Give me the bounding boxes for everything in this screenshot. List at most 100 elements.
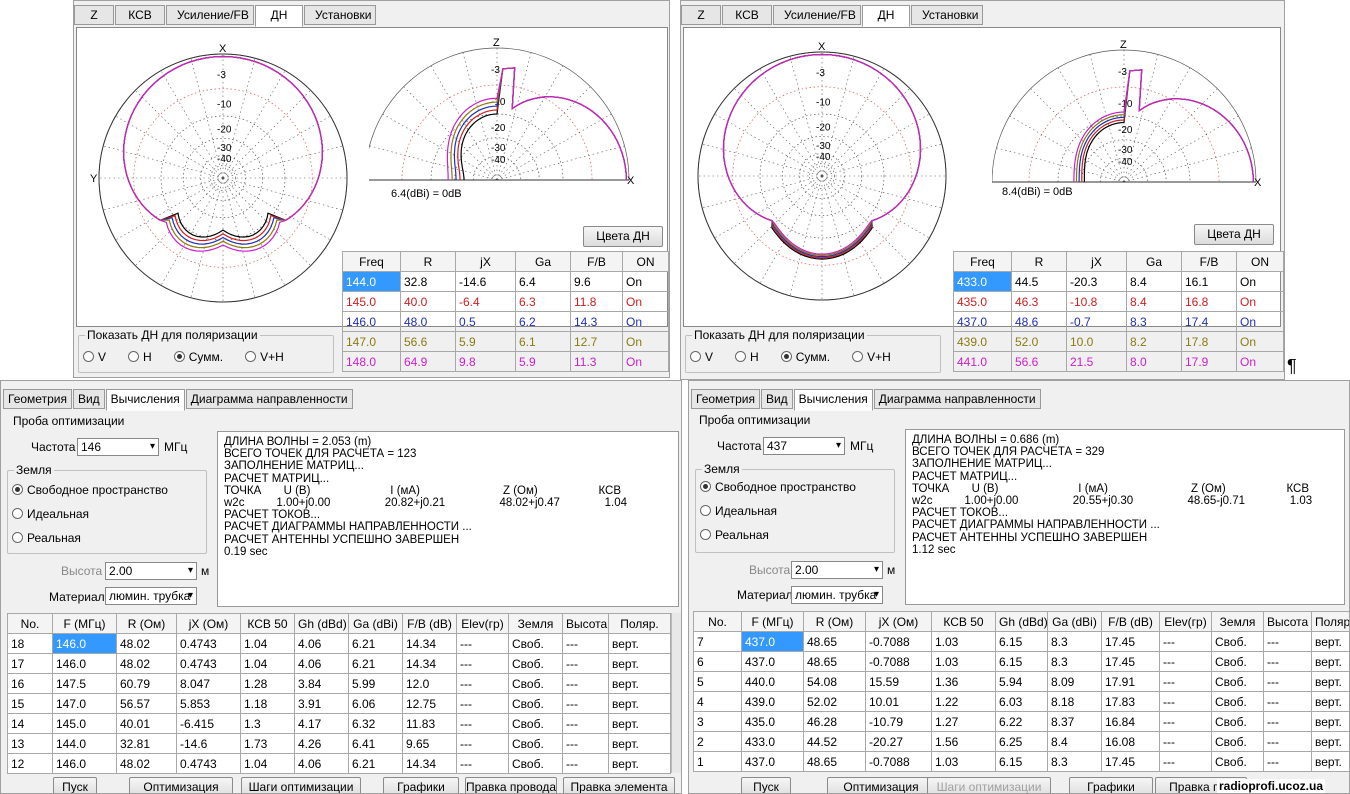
ground-ideal[interactable]: Идеальная <box>700 504 777 518</box>
ground-free-label: Свободное пространство <box>715 480 856 494</box>
ground-real[interactable]: Реальная <box>700 528 769 542</box>
table-row[interactable]: 17 146.0 48.02 0.4743 1.04 4.06 6.21 14.34 --- Св… <box>7 653 671 674</box>
table-cell: верт. <box>608 753 671 774</box>
scale-label: -10 <box>217 100 232 111</box>
table-cell: --- <box>1263 751 1312 772</box>
button-1[interactable]: Оптимизация <box>827 777 935 793</box>
button-2[interactable]: Шаги оптимизации <box>927 777 1051 793</box>
tab-dn[interactable]: ДН <box>255 5 303 27</box>
table-row[interactable]: 3 435.0 46.28 -10.79 1.27 6.22 8.37 16.84 --- Сво… <box>693 711 1349 732</box>
table-row[interactable]: 12 146.0 48.02 0.4743 1.04 4.06 6.21 14.34 --- Св… <box>7 753 671 774</box>
table-row[interactable]: 146.0 48.0 0.5 6.2 14.3 On <box>342 311 669 332</box>
button-3[interactable]: Графики <box>383 777 459 793</box>
material-dropdown[interactable]: люмин. трубка <box>105 587 197 605</box>
button-0[interactable]: Пуск <box>741 777 791 793</box>
height-dropdown[interactable]: 2.00 <box>791 561 883 579</box>
table-row[interactable]: 433.0 44.5 -20.3 8.4 16.1 On <box>953 271 1284 292</box>
table-row[interactable]: 145.0 40.0 -6.4 6.3 11.8 On <box>342 291 669 312</box>
polarization-option-2[interactable]: Сумм. <box>780 350 830 364</box>
table-cell: 5.99 <box>348 673 403 694</box>
dn-colors-button-left[interactable]: Цвета ДН <box>583 226 663 247</box>
tab-calculations[interactable]: Вычисления <box>793 389 873 411</box>
button-3[interactable]: Графики <box>1069 777 1153 793</box>
table-row[interactable]: 18 146.0 48.02 0.4743 1.04 4.06 6.21 14.34 --- Св… <box>7 633 671 654</box>
polarization-option-0[interactable]: V <box>690 350 713 364</box>
polarization-title: Показать ДН для поляризации <box>692 328 867 342</box>
polarization-option-3[interactable]: V+H <box>245 350 284 364</box>
tab-settings[interactable]: Установки <box>304 5 376 25</box>
table-cell: 5.9 <box>515 351 571 372</box>
table-cell: 10.01 <box>865 691 932 712</box>
table-row[interactable]: 441.0 56.6 21.5 8.0 17.9 On <box>953 351 1284 372</box>
table-row[interactable]: 4 439.0 52.02 10.01 1.22 6.03 8.18 17.83 --- Своб… <box>693 691 1349 712</box>
freq-dropdown[interactable]: 437 <box>763 437 845 455</box>
table-row[interactable]: 15 147.0 56.57 5.853 1.18 3.91 6.06 12.75 --- Сво… <box>7 693 671 714</box>
button-5[interactable]: Правка элемента <box>563 777 675 793</box>
table-cell: --- <box>562 693 609 714</box>
scrollbar-left[interactable] <box>671 613 681 773</box>
button-4[interactable]: Правка провода <box>465 777 557 793</box>
table-row[interactable]: 2 433.0 44.52 -20.27 1.56 6.25 8.4 16.08 --- Своб… <box>693 731 1349 752</box>
tab-z[interactable]: Z <box>681 5 721 25</box>
ground-ideal[interactable]: Идеальная <box>12 507 89 521</box>
freq-dropdown[interactable]: 146 <box>77 438 159 456</box>
table-cell: 147.0 <box>342 331 401 352</box>
polarization-option-3[interactable]: V+H <box>852 350 891 364</box>
table-row[interactable]: 7 437.0 48.65 -0.7088 1.03 6.15 8.3 17.45 --- Сво… <box>693 631 1349 652</box>
material-dropdown[interactable]: люмин. трубка <box>791 586 883 604</box>
tab-gain-fb[interactable]: Усиление/FB <box>166 5 254 25</box>
table-row[interactable]: 435.0 46.3 -10.8 8.4 16.8 On <box>953 291 1284 312</box>
ground-real[interactable]: Реальная <box>12 531 81 545</box>
tab-ksv[interactable]: КСВ <box>115 5 165 25</box>
table-row[interactable]: 6 437.0 48.65 -0.7088 1.03 6.15 8.3 17.45 --- Сво… <box>693 651 1349 672</box>
tab-view[interactable]: Вид <box>72 389 105 409</box>
table-cell: 3.91 <box>294 693 349 714</box>
table-row[interactable]: 437.0 48.6 -0.7 8.3 17.4 On <box>953 311 1284 332</box>
calc-results-table-left: No. F (МГц) R (Ом) jX (Ом) КСВ 50 Gh (dBd) Ga … <box>7 613 671 774</box>
polarization-option-0[interactable]: V <box>83 350 106 364</box>
tab-calculations[interactable]: Вычисления <box>105 389 185 411</box>
table-row[interactable]: 5 440.0 54.08 15.59 1.36 5.94 8.09 17.91 --- Своб… <box>693 671 1349 692</box>
polarization-option-1[interactable]: H <box>735 350 759 364</box>
height-unit: м <box>887 563 896 577</box>
table-cell: 21.5 <box>1066 351 1127 372</box>
button-1[interactable]: Оптимизация <box>129 777 233 793</box>
table-row[interactable]: 439.0 52.0 10.0 8.2 17.8 On <box>953 331 1284 352</box>
height-dropdown[interactable]: 2.00 <box>105 562 197 580</box>
table-row[interactable]: 144.0 32.8 -14.6 6.4 9.6 On <box>342 271 669 292</box>
tab-geometry[interactable]: Геометрия <box>3 389 72 409</box>
table-row[interactable]: 1 437.0 48.65 -0.7088 1.03 6.15 8.3 17.45 --- Сво… <box>693 751 1349 772</box>
button-0[interactable]: Пуск <box>53 777 97 793</box>
table-row[interactable]: 16 147.5 60.79 8.047 1.28 3.84 5.99 12.0 --- Своб… <box>7 673 671 694</box>
tab-ksv[interactable]: КСВ <box>722 5 772 25</box>
tab-geometry[interactable]: Геометрия <box>691 389 760 409</box>
table-cell: 8.4 <box>1047 731 1102 752</box>
table-row[interactable]: 148.0 64.9 9.8 5.9 11.3 On <box>342 351 669 372</box>
tab-pattern[interactable]: Диаграмма направленности <box>185 389 353 409</box>
table-cell: 437.0 <box>741 651 804 672</box>
tab-dn[interactable]: ДН <box>862 5 910 27</box>
polarization-option-1[interactable]: H <box>128 350 152 364</box>
scale-label: -20 <box>217 124 232 135</box>
height-label: Высота <box>749 563 791 577</box>
table-cell: 146.0 <box>52 653 117 674</box>
table-cell: 46.28 <box>803 711 866 732</box>
table-row[interactable]: 14 145.0 40.01 -6.415 1.3 4.17 6.32 11.83 --- Сво… <box>7 713 671 734</box>
table-row[interactable]: 13 144.0 32.81 -14.6 1.73 4.26 6.41 9.65 --- Своб… <box>7 733 671 754</box>
polar-grid: -3 -10 -20 -30-40 X Y <box>696 41 947 301</box>
col-header: F (МГц) <box>741 611 804 632</box>
tab-settings[interactable]: Установки <box>911 5 983 25</box>
tab-z[interactable]: Z <box>74 5 114 25</box>
button-2[interactable]: Шаги оптимизации <box>241 777 361 793</box>
tab-pattern[interactable]: Диаграмма направленности <box>873 389 1041 409</box>
ground-free-space[interactable]: Свободное пространство <box>700 480 856 494</box>
dn-colors-button-right[interactable]: Цвета ДН <box>1194 224 1274 245</box>
tab-gain-fb[interactable]: Усиление/FB <box>773 5 861 25</box>
tab-view[interactable]: Вид <box>760 389 793 409</box>
calc-window-left: Геометрия Вид Вычисления Диаграмма напра… <box>0 380 682 794</box>
table-row[interactable]: 147.0 56.6 5.9 6.1 12.7 On <box>342 331 669 352</box>
table-cell: 5 <box>693 671 742 692</box>
polarization-option-2[interactable]: Сумм. <box>173 350 223 364</box>
ground-free-space[interactable]: Свободное пространство <box>12 483 168 497</box>
table-cell: Своб. <box>1211 691 1264 712</box>
